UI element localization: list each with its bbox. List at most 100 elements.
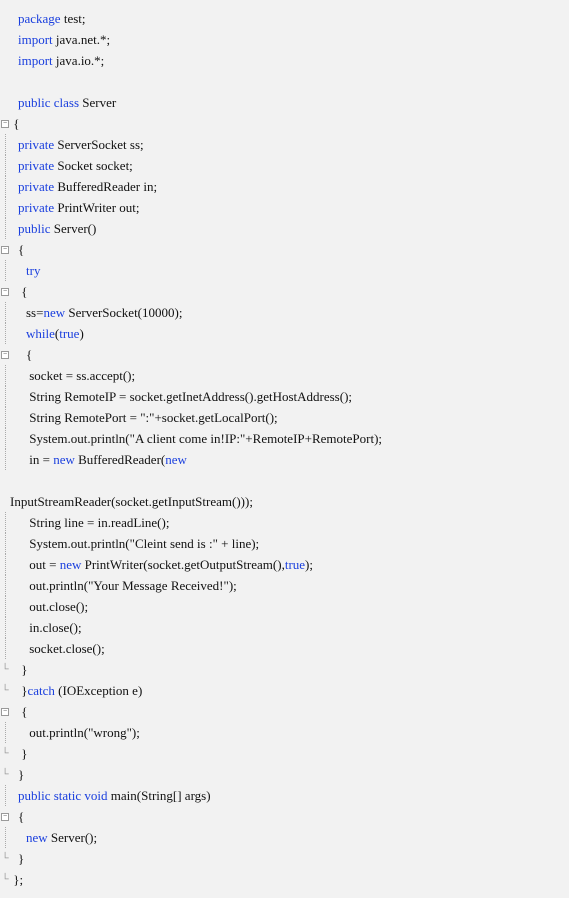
code-token: Socket socket; — [54, 158, 133, 173]
fold-icon[interactable]: − — [0, 288, 10, 296]
code-token: ss= — [26, 305, 43, 320]
code-text: { — [10, 239, 569, 260]
code-text: socket = ss.accept(); — [10, 365, 569, 386]
code-line: new Server(); — [0, 827, 569, 848]
gutter — [0, 197, 10, 218]
keyword: private — [18, 179, 54, 194]
code-line: in.close(); — [0, 617, 569, 638]
keyword: new — [165, 452, 187, 467]
code-text: { — [10, 344, 569, 365]
code-token: out.println("wrong"); — [26, 725, 140, 740]
code-text: out.close(); — [10, 596, 569, 617]
code-text: ss=new ServerSocket(10000); — [10, 302, 569, 323]
code-text: System.out.println("Cleint send is :" + … — [10, 533, 569, 554]
code-text: private Socket socket; — [10, 155, 569, 176]
gutter — [0, 302, 10, 323]
code-line: private BufferedReader in; — [0, 176, 569, 197]
fold-end-icon: └ — [0, 764, 10, 785]
code-line: try — [0, 260, 569, 281]
code-token: String RemotePort = ":"+socket.getLocalP… — [26, 410, 278, 425]
gutter — [0, 134, 10, 155]
code-token: in.close(); — [26, 620, 82, 635]
code-text: } — [10, 764, 569, 785]
code-token: } — [18, 767, 24, 782]
code-token: { — [18, 242, 24, 257]
code-token: } — [18, 662, 28, 677]
code-token — [10, 74, 13, 89]
code-text: { — [10, 806, 569, 827]
code-line: private PrintWriter out; — [0, 197, 569, 218]
fold-icon[interactable]: − — [0, 351, 10, 359]
code-text: } — [10, 848, 569, 869]
code-line: package test; — [0, 8, 569, 29]
code-text: { — [10, 281, 569, 302]
keyword: new — [43, 305, 65, 320]
fold-icon[interactable]: − — [0, 813, 10, 821]
keyword: private — [18, 137, 54, 152]
gutter — [0, 554, 10, 575]
keyword: private — [18, 200, 54, 215]
code-token: } — [18, 683, 28, 698]
code-text: package test; — [10, 8, 569, 29]
code-line: String RemoteIP = socket.getInetAddress(… — [0, 386, 569, 407]
code-line: ss=new ServerSocket(10000); — [0, 302, 569, 323]
code-token: socket.close(); — [26, 641, 105, 656]
code-line: System.out.println("A client come in!IP:… — [0, 428, 569, 449]
code-line: └ }; — [0, 869, 569, 890]
code-text: public class Server — [10, 92, 569, 113]
code-text: public static void main(String[] args) — [10, 785, 569, 806]
code-text: }; — [10, 869, 569, 890]
fold-icon[interactable]: − — [0, 120, 10, 128]
code-token: in = — [26, 452, 53, 467]
code-token: }; — [10, 872, 23, 887]
gutter — [0, 386, 10, 407]
code-line: out.println("wrong"); — [0, 722, 569, 743]
code-token: main(String[] args) — [108, 788, 211, 803]
code-line: −{ — [0, 239, 569, 260]
code-token: PrintWriter out; — [54, 200, 139, 215]
fold-end-icon: └ — [0, 680, 10, 701]
keyword: while — [26, 326, 55, 341]
gutter — [0, 260, 10, 281]
keyword: true — [59, 326, 79, 341]
code-text — [10, 470, 569, 491]
code-line: out = new PrintWriter(socket.getOutputSt… — [0, 554, 569, 575]
code-line: in = new BufferedReader(new — [0, 449, 569, 470]
gutter — [0, 785, 10, 806]
code-token: java.net.*; — [53, 32, 110, 47]
code-token: ServerSocket ss; — [54, 137, 144, 152]
gutter — [0, 596, 10, 617]
code-token: { — [26, 347, 32, 362]
code-text: public Server() — [10, 218, 569, 239]
keyword: try — [26, 263, 40, 278]
code-token: System.out.println("A client come in!IP:… — [26, 431, 382, 446]
code-token: ); — [305, 557, 313, 572]
code-token: System.out.println("Cleint send is :" + … — [26, 536, 259, 551]
gutter — [0, 155, 10, 176]
code-token: Server — [79, 95, 116, 110]
code-text: import java.io.*; — [10, 50, 569, 71]
code-token: java.io.*; — [53, 53, 105, 68]
keyword: public static void — [18, 788, 108, 803]
fold-icon[interactable]: − — [0, 708, 10, 716]
code-token: ServerSocket(10000); — [65, 305, 182, 320]
fold-icon[interactable]: − — [0, 246, 10, 254]
code-line: System.out.println("Cleint send is :" + … — [0, 533, 569, 554]
keyword: new — [60, 557, 82, 572]
code-token: } — [18, 851, 24, 866]
code-line: out.close(); — [0, 596, 569, 617]
code-line: private Socket socket; — [0, 155, 569, 176]
code-line: String RemotePort = ":"+socket.getLocalP… — [0, 407, 569, 428]
gutter — [0, 176, 10, 197]
gutter — [0, 218, 10, 239]
gutter — [0, 533, 10, 554]
code-text: out.println("Your Message Received!"); — [10, 575, 569, 596]
code-token: { — [18, 704, 28, 719]
code-token: out.println("Your Message Received!"); — [26, 578, 237, 593]
code-token: Server(); — [48, 830, 97, 845]
keyword: catch — [28, 683, 55, 698]
code-text: { — [10, 113, 569, 134]
code-line: public Server() — [0, 218, 569, 239]
code-line: out.println("Your Message Received!"); — [0, 575, 569, 596]
code-token: (IOException e) — [55, 683, 142, 698]
